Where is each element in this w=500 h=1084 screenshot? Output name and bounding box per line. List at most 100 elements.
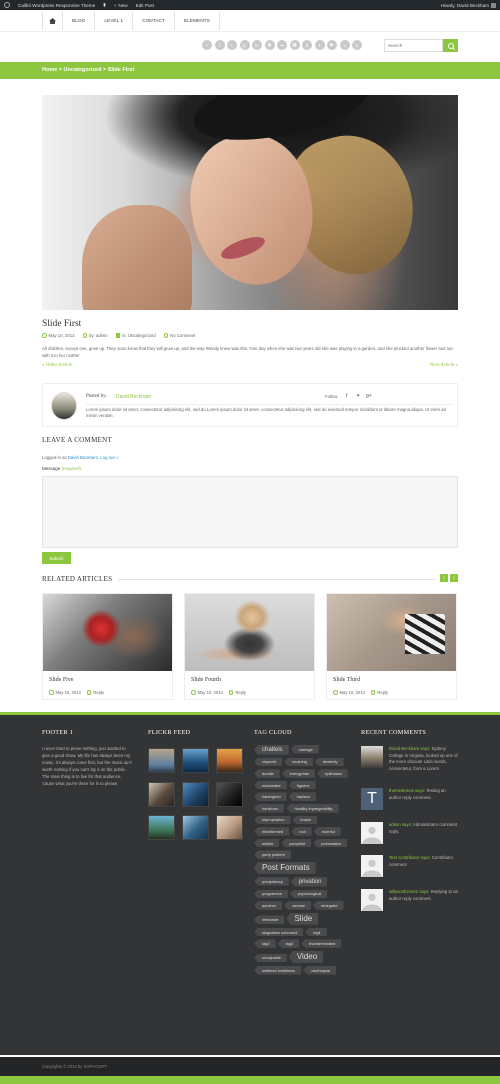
flickr-thumb[interactable]: [216, 782, 243, 807]
search-input[interactable]: [384, 39, 443, 52]
tag-link[interactable]: thunderheaded: [301, 939, 342, 948]
tag-link[interactable]: epithalast: [317, 769, 348, 778]
tag-link[interactable]: doodle: [254, 769, 280, 778]
nav-item-elements[interactable]: ELEMENTS: [173, 12, 220, 30]
tag-link[interactable]: hostility impregnability: [286, 803, 339, 813]
tag-link[interactable]: hapless: [288, 792, 317, 801]
related-title[interactable]: Slide Fourth: [191, 677, 221, 683]
tag-link[interactable]: impropriation: [254, 815, 291, 825]
comments-icon[interactable]: ▮: [103, 2, 106, 8]
flickr-thumb[interactable]: [216, 748, 243, 773]
twitter-icon[interactable]: t: [227, 40, 237, 50]
related-reply[interactable]: Reply: [228, 690, 246, 695]
tag-link[interactable]: unculpable: [254, 953, 287, 963]
tag-link[interactable]: privation: [290, 876, 328, 887]
tag-link[interactable]: programme: [254, 889, 288, 899]
tag-link[interactable]: mornful: [313, 827, 341, 836]
linkedin-icon[interactable]: in: [252, 40, 262, 50]
flickr-thumb[interactable]: [148, 815, 175, 840]
rss-icon[interactable]: •: [202, 40, 212, 50]
tag-link[interactable]: Post Formats: [254, 861, 316, 874]
digg-icon[interactable]: d: [302, 40, 312, 50]
tag-link[interactable]: party portiere: [254, 850, 291, 859]
flickr-thumb[interactable]: [148, 748, 175, 773]
flickr-thumb[interactable]: [182, 748, 209, 773]
tag-link[interactable]: crushing: [284, 757, 313, 767]
tumblr-icon[interactable]: t: [314, 40, 325, 50]
recent-comment-author[interactable]: themedemos says:: [389, 788, 425, 793]
tag-link[interactable]: pneumatics: [313, 838, 348, 848]
nav-item-contact[interactable]: CONTACT: [132, 12, 174, 30]
admin-howdy[interactable]: Howdy, David Beckham: [441, 2, 496, 8]
facebook-icon[interactable]: f: [214, 40, 225, 50]
search-button[interactable]: [443, 39, 458, 52]
related-card[interactable]: Slide Five May 10, 2013 Reply: [42, 593, 173, 700]
tag-link[interactable]: dexterity: [314, 757, 344, 767]
tag-link[interactable]: claycold: [254, 757, 283, 767]
tag-link[interactable]: Slide: [286, 912, 319, 925]
post-author[interactable]: by: admin: [82, 333, 108, 338]
youtube-icon[interactable]: ▶: [327, 40, 337, 50]
recent-comment-author[interactable]: admin says:: [389, 822, 412, 827]
pinterest-icon[interactable]: p: [239, 40, 250, 50]
tag-link[interactable]: hartshorn: [254, 803, 285, 813]
admin-edit-post-link[interactable]: Edit Post: [136, 3, 154, 8]
related-reply[interactable]: Reply: [86, 690, 104, 695]
flickr-thumb[interactable]: [182, 815, 209, 840]
tag-link[interactable]: misinformed: [254, 827, 290, 836]
tag-link[interactable]: euboreater: [254, 780, 287, 790]
tag-link[interactable]: stagnation unhorsed: [254, 927, 304, 937]
related-reply[interactable]: Reply: [370, 690, 388, 695]
recent-comment-author[interactable]: David Beckham says:: [389, 746, 430, 751]
admin-new-link[interactable]: + New: [114, 3, 128, 8]
related-image[interactable]: [185, 594, 314, 671]
vimeo-icon[interactable]: v: [339, 40, 350, 50]
tag-link[interactable]: outlaw: [254, 838, 280, 848]
nav-item-level-1[interactable]: LEVEL 1: [94, 12, 132, 30]
related-title[interactable]: Slide Third: [333, 677, 360, 683]
admin-site-link[interactable]: Calibri Wordpress Responsive Theme: [18, 3, 95, 8]
tag-link[interactable]: figurine: [288, 780, 316, 790]
tag-link[interactable]: pamphlet: [281, 838, 312, 848]
related-card[interactable]: Slide Third May 10, 2013 Reply: [326, 593, 457, 700]
flickr-thumb[interactable]: [216, 815, 243, 840]
tag-link[interactable]: tag3: [277, 939, 300, 948]
submit-button[interactable]: Submit: [42, 552, 71, 564]
logged-in-user-link[interactable]: David Beckham: [68, 455, 98, 460]
delicious-icon[interactable]: ▩: [289, 40, 300, 50]
post-comments[interactable]: No Comment: [163, 333, 195, 338]
tag-link[interactable]: ramose: [284, 901, 312, 910]
facebook-icon[interactable]: f: [346, 393, 347, 399]
post-category[interactable]: in: Uncategorized: [115, 333, 156, 338]
twitter-icon[interactable]: ✦: [356, 393, 360, 399]
tag-link[interactable]: xanthopsia: [303, 965, 336, 975]
tag-link[interactable]: chattels: [254, 745, 289, 755]
tag-link[interactable]: psychological: [289, 889, 328, 899]
tag-link[interactable]: puncher: [254, 901, 283, 910]
tag-link[interactable]: tag1: [305, 927, 327, 937]
nav-home[interactable]: [42, 12, 62, 30]
dribbble-icon[interactable]: ◉: [264, 40, 275, 50]
flickr-thumb[interactable]: [148, 782, 175, 807]
older-article-link[interactable]: « Older Article: [42, 363, 72, 368]
flickr-icon[interactable]: ••: [277, 40, 287, 50]
tag-link[interactable]: energyman: [281, 769, 316, 778]
logout-link[interactable]: Log out »: [100, 455, 118, 460]
tag-link[interactable]: mot: [291, 827, 312, 836]
nav-item-blog[interactable]: BLOG: [62, 12, 94, 30]
tag-link[interactable]: Video: [288, 950, 324, 963]
google-plus-icon[interactable]: g+: [366, 393, 372, 399]
tag-link[interactable]: knave: [292, 815, 317, 825]
comment-textarea[interactable]: [42, 476, 458, 548]
prev-arrow-icon[interactable]: ‹: [440, 574, 448, 582]
tag-link[interactable]: renegade: [313, 901, 344, 910]
recent-comment-author[interactable]: willyvonfresse2 says:: [389, 889, 429, 894]
related-image[interactable]: [327, 594, 456, 671]
related-title[interactable]: Slide Five: [49, 677, 74, 683]
tag-link[interactable]: habergeon: [254, 792, 287, 801]
next-article-link[interactable]: Next Article »: [430, 363, 458, 368]
related-image[interactable]: [43, 594, 172, 671]
tag-link[interactable]: tag2: [254, 939, 276, 948]
related-card[interactable]: Slide Fourth May 10, 2013 Reply: [184, 593, 315, 700]
flickr-thumb[interactable]: [182, 782, 209, 807]
